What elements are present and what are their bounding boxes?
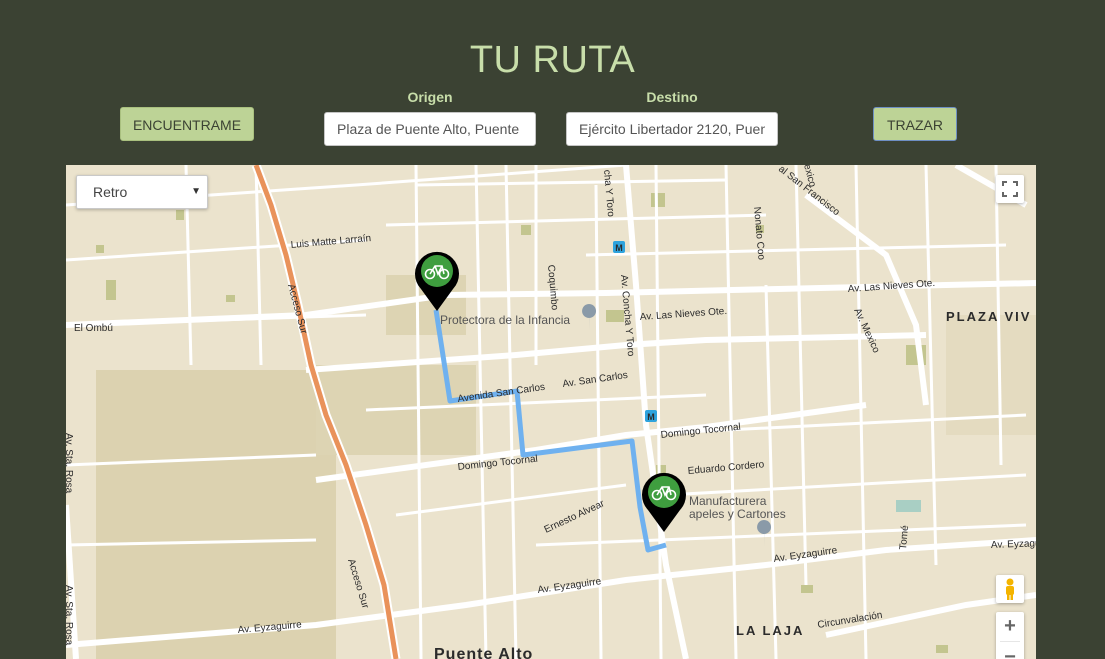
street-label: Av. Eyzaguirre — [991, 538, 1036, 551]
street-view-button[interactable] — [996, 575, 1024, 603]
zoom-divider — [1000, 641, 1020, 642]
poi-label: Manufacturera — [689, 494, 767, 508]
street-label: El Ombú — [74, 323, 113, 334]
area-label: PLAZA VIV — [946, 309, 1031, 324]
poi-label: apeles y Cartones — [689, 507, 786, 521]
street-label: Av. Sta. Rosa — [66, 585, 74, 646]
poi-label: Protectora de la Infancia — [440, 313, 570, 327]
zoom-out-button[interactable]: − — [996, 643, 1024, 659]
zoom-in-button[interactable]: + — [996, 612, 1024, 640]
water-area — [896, 500, 921, 512]
locate-me-button[interactable]: ENCUENTRAME — [120, 107, 254, 141]
metro-label: M — [647, 412, 655, 422]
map-canvas[interactable]: M M Luis Matte Larraín Acceso Sur Acceso… — [66, 165, 1036, 659]
fullscreen-icon — [1002, 181, 1018, 197]
map-style-value: Retro — [93, 184, 128, 200]
metro-icon: M — [645, 410, 657, 422]
map[interactable]: M M Luis Matte Larraín Acceso Sur Acceso… — [66, 165, 1036, 659]
origin-label: Origen — [407, 89, 453, 105]
metro-icon: M — [613, 241, 625, 253]
destination-input[interactable] — [566, 112, 778, 146]
metro-label: M — [615, 243, 623, 253]
area-label: LA LAJA — [736, 623, 804, 638]
street-label: Av. Sta. Rosa — [66, 433, 74, 494]
chevron-down-icon: ▼ — [191, 186, 201, 197]
open-field-area — [96, 370, 336, 659]
destination-label: Destino — [646, 89, 698, 105]
map-style-select[interactable]: Retro ▼ — [76, 175, 208, 209]
street-label: Tomé — [898, 525, 911, 551]
fullscreen-button[interactable] — [996, 175, 1024, 203]
origin-input[interactable] — [324, 112, 536, 146]
city-label: Puente Alto — [434, 646, 533, 659]
pegman-icon — [1006, 578, 1014, 600]
page-title: TU RUTA — [469, 39, 636, 82]
zoom-control: + − — [996, 612, 1024, 659]
trace-route-button[interactable]: TRAZAR — [873, 107, 957, 141]
